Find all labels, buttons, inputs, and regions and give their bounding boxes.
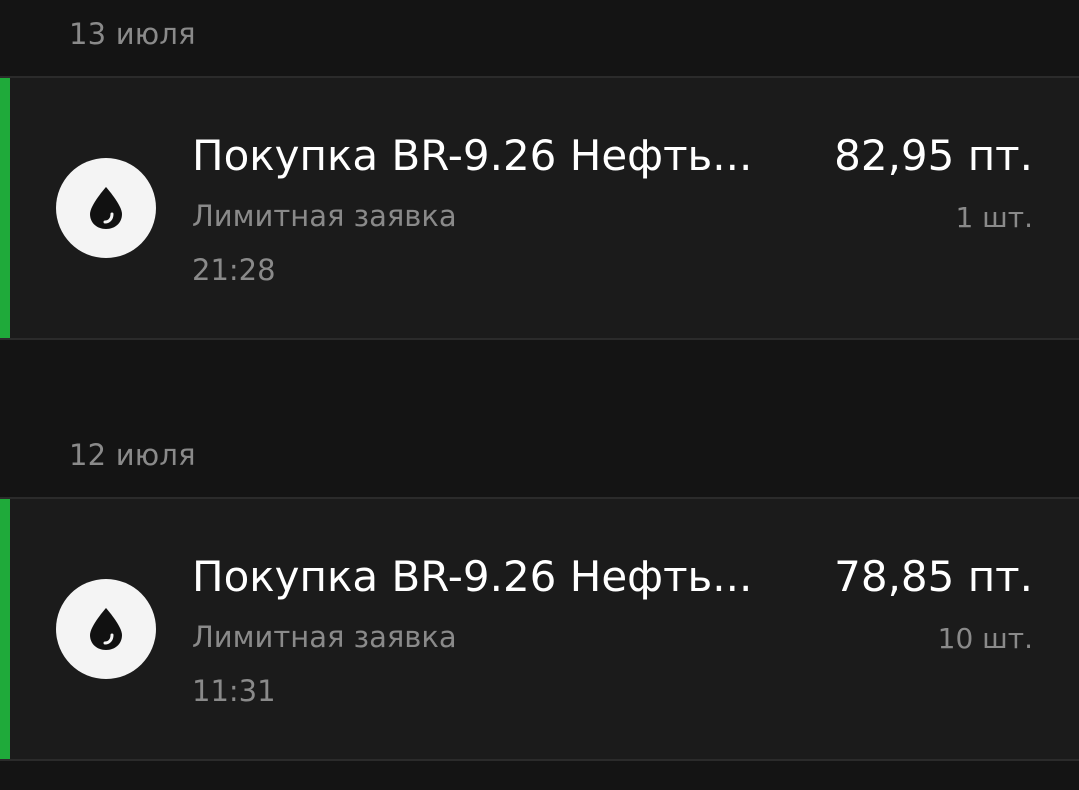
operation-amount: 78,85 пт. — [834, 552, 1033, 601]
operation-amount: 82,95 пт. — [834, 131, 1033, 180]
oil-drop-icon — [56, 579, 156, 679]
operation-row[interactable]: Покупка BR-9.26 Нефть... 78,85 пт. Лимит… — [0, 497, 1079, 761]
operation-title: Покупка BR-9.26 Нефть... — [192, 131, 753, 180]
operation-title: Покупка BR-9.26 Нефть... — [192, 552, 753, 601]
operation-time: 21:28 — [192, 253, 276, 287]
buy-accent-bar — [0, 499, 10, 759]
buy-accent-bar — [0, 78, 10, 338]
date-header: 12 июля — [69, 438, 196, 472]
order-type: Лимитная заявка — [192, 620, 457, 654]
operation-time: 11:31 — [192, 674, 276, 708]
operation-quantity: 10 шт. — [937, 622, 1033, 655]
operation-quantity: 1 шт. — [955, 201, 1033, 234]
operation-row[interactable]: Покупка BR-9.26 Нефть... 82,95 пт. Лимит… — [0, 76, 1079, 340]
oil-drop-icon — [56, 158, 156, 258]
date-header: 13 июля — [69, 17, 196, 51]
order-type: Лимитная заявка — [192, 199, 457, 233]
operations-list: 13 июля Покупка BR-9.26 Нефть... 82,95 п… — [0, 0, 1079, 790]
